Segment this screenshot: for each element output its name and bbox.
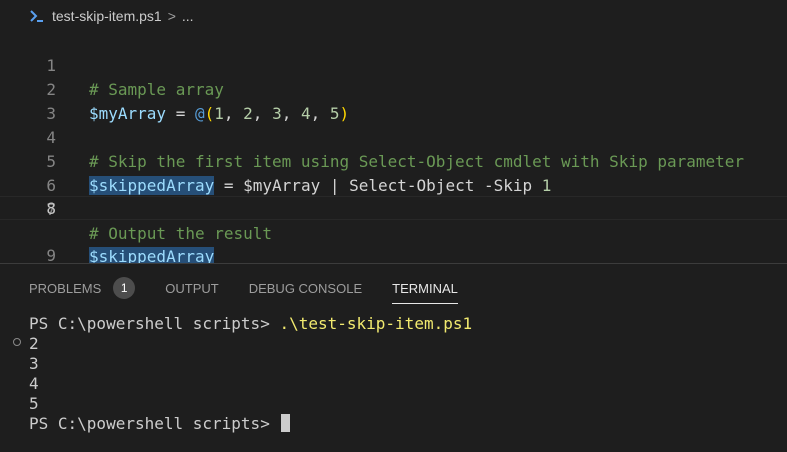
- terminal-output: 2: [29, 334, 39, 353]
- code-line: 2 $myArray = @(1, 2, 3, 4, 5): [0, 54, 787, 123]
- panel-tabs: PROBLEMS 1 OUTPUT DEBUG CONSOLE TERMINAL: [29, 276, 488, 304]
- code-line: 5 $skippedArray = $myArray | Select-Obje…: [0, 126, 787, 195]
- breadcrumb-ellipsis[interactable]: ...: [182, 8, 194, 24]
- code-line: 6: [0, 150, 787, 195]
- problems-count-badge: 1: [113, 277, 136, 299]
- terminal[interactable]: PS C:\powershell scripts> .\test-skip-it…: [29, 314, 769, 434]
- code-line-current: 8 $skippedArray: [0, 196, 787, 266]
- terminal-command: .\test-skip-item.ps1: [279, 314, 473, 333]
- terminal-output: 3: [29, 354, 39, 373]
- tab-terminal[interactable]: TERMINAL: [392, 276, 458, 304]
- powershell-icon: [28, 7, 46, 25]
- breadcrumb-file[interactable]: test-skip-item.ps1: [52, 8, 162, 24]
- tab-label: PROBLEMS: [29, 280, 102, 296]
- tab-output[interactable]: OUTPUT: [165, 276, 218, 300]
- code-line: 9: [0, 220, 787, 265]
- tab-label: DEBUG CONSOLE: [248, 280, 363, 296]
- code-line: 4 # Skip the first item using Select-Obj…: [0, 102, 787, 171]
- breadcrumb: test-skip-item.ps1 > ...: [0, 0, 787, 32]
- tab-label: OUTPUT: [165, 280, 219, 296]
- code-editor[interactable]: 1 # Sample array 2 $myArray = @(1, 2, 3,…: [0, 30, 787, 266]
- terminal-prompt: PS C:\powershell scripts>: [29, 414, 280, 433]
- code-line: 1 # Sample array: [0, 30, 787, 99]
- code-line: 7 # Output the result: [0, 174, 787, 243]
- line-number: 8: [46, 199, 56, 218]
- terminal-line: PS C:\powershell scripts>: [29, 414, 769, 434]
- command-decoration-icon[interactable]: [13, 338, 21, 346]
- tab-problems[interactable]: PROBLEMS 1: [29, 276, 136, 300]
- terminal-output: 4: [29, 374, 39, 393]
- terminal-output: 5: [29, 394, 39, 413]
- terminal-cursor: [281, 414, 291, 432]
- terminal-line: PS C:\powershell scripts> .\test-skip-it…: [29, 314, 769, 334]
- code-line: 3: [0, 78, 787, 123]
- chevron-right-icon: >: [167, 8, 176, 24]
- tab-label: TERMINAL: [392, 280, 458, 296]
- tab-debug-console[interactable]: DEBUG CONSOLE: [249, 276, 362, 300]
- terminal-prompt: PS C:\powershell scripts>: [29, 314, 280, 333]
- bottom-panel: PROBLEMS 1 OUTPUT DEBUG CONSOLE TERMINAL…: [0, 263, 787, 452]
